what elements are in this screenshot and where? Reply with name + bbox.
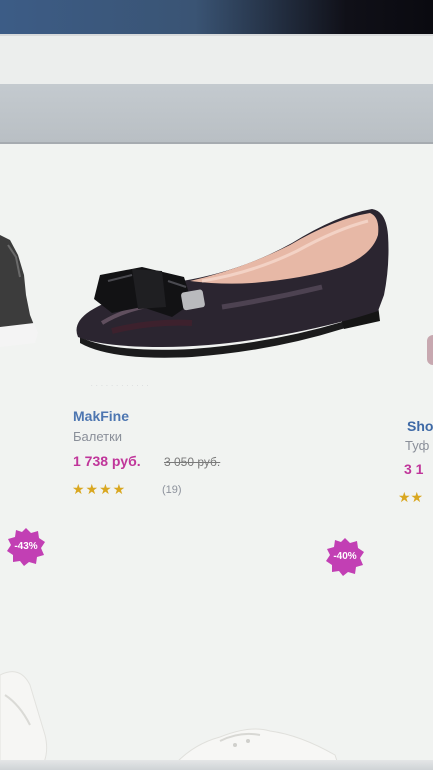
product-brand[interactable]: MakFine <box>73 408 129 424</box>
image-watermark: · · · · · · · · · · · · <box>91 383 150 389</box>
discount-badge-right: -40% <box>325 537 365 577</box>
page-header <box>0 34 433 88</box>
rating-stars: ★★★★ <box>72 481 127 497</box>
ballet-flat-shoe-image[interactable] <box>72 195 397 370</box>
screen-background <box>0 34 433 770</box>
product-brand-right[interactable]: Sho <box>407 418 433 434</box>
product-price: 1 738 руб. <box>73 453 141 469</box>
rating-stars-right: ★★ <box>398 489 424 505</box>
badge-label: -43% <box>14 541 38 552</box>
product-price-right: 3 1 <box>404 461 424 477</box>
review-count[interactable]: (19) <box>162 484 182 496</box>
discount-badge-left: -43% <box>6 527 46 567</box>
product-category: Балетки <box>73 429 123 444</box>
product-image-left[interactable] <box>0 215 40 350</box>
product-old-price: 3 050 руб. <box>164 455 221 469</box>
navigation-bar[interactable] <box>0 84 433 144</box>
badge-label: -40% <box>333 551 357 562</box>
screen-bottom-edge <box>0 760 433 770</box>
product-image-bottom-left[interactable] <box>0 665 55 770</box>
product-image-right[interactable] <box>427 335 433 365</box>
product-category-right: Туф <box>405 438 430 453</box>
